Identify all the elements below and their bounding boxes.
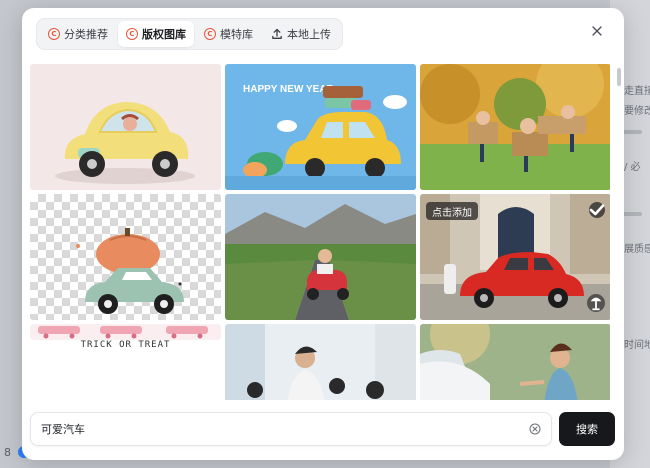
add-badge[interactable]: 点击添加 xyxy=(426,202,478,220)
tab-label: 分类推荐 xyxy=(64,28,108,41)
copyright-icon: C xyxy=(48,28,60,40)
source-tabs: C 分类推荐 C 版权图库 C 模特库 本地上传 xyxy=(36,18,343,50)
office-kid-scene-picture xyxy=(225,324,416,400)
select-check[interactable] xyxy=(589,202,605,218)
search-box xyxy=(30,412,552,446)
happy-new-year-car-picture: HAPPY NEW YEAR xyxy=(225,64,416,190)
happy-label: HAPPY NEW YEAR xyxy=(243,84,335,95)
backdrop-text: / 必 xyxy=(624,162,641,173)
backdrop-text: 走直接 xyxy=(624,86,650,97)
image-red-fiat-car[interactable]: 点击添加 xyxy=(420,194,610,320)
upload-icon xyxy=(272,28,282,39)
copyright-icon: C xyxy=(126,28,138,40)
trick-or-treat-label: TRICK OR TREAT xyxy=(80,340,171,350)
image-yellow-toy-car[interactable] xyxy=(30,64,221,190)
child-pedal-car-picture xyxy=(225,194,416,320)
search-button[interactable]: 搜索 xyxy=(559,412,615,446)
image-kids-cardboard-planes[interactable] xyxy=(420,64,610,190)
close-button[interactable] xyxy=(588,22,606,40)
tab-local-upload[interactable]: 本地上传 xyxy=(263,21,339,47)
tab-label: 本地上传 xyxy=(287,28,331,41)
lamp-button[interactable] xyxy=(587,294,605,312)
image-pumpkin-car-sticker[interactable] xyxy=(30,194,221,320)
pink-car-strip-picture xyxy=(30,324,221,340)
tab-copyright-gallery[interactable]: C 版权图库 xyxy=(118,21,194,47)
image-pink-car-strip[interactable] xyxy=(30,324,221,340)
tab-model-library[interactable]: C 模特库 xyxy=(196,21,261,47)
yellow-toy-car-picture xyxy=(30,64,221,190)
girl-splash-car-picture xyxy=(420,324,610,400)
backdrop-text: 时间地 xyxy=(624,340,650,351)
image-child-pedal-car[interactable] xyxy=(225,194,416,320)
tab-label: 版权图库 xyxy=(142,28,186,41)
image-picker-modal: C 分类推荐 C 版权图库 C 模特库 本地上传 HAPPY NEW YEAR … xyxy=(22,8,624,460)
backdrop-text: 展质感 xyxy=(624,244,650,255)
image-office-kid-scene[interactable] xyxy=(225,324,416,400)
image-happy-new-year-car[interactable]: HAPPY NEW YEAR xyxy=(225,64,416,190)
tab-label: 模特库 xyxy=(220,28,253,41)
search-input[interactable] xyxy=(41,422,529,436)
backdrop-text: 要修改 xyxy=(624,106,650,117)
pumpkin-car-sticker-picture xyxy=(76,228,184,314)
tab-category-recommend[interactable]: C 分类推荐 xyxy=(40,21,116,47)
lamp-icon xyxy=(590,297,602,311)
check-icon xyxy=(589,204,605,216)
close-icon xyxy=(592,26,602,36)
clear-icon[interactable] xyxy=(529,423,541,435)
copyright-icon: C xyxy=(204,28,216,40)
backdrop-number: 8 xyxy=(4,446,11,459)
image-girl-splash-car[interactable] xyxy=(420,324,610,400)
grid-scrollbar[interactable] xyxy=(617,68,621,86)
kids-cardboard-planes-picture xyxy=(420,64,610,190)
